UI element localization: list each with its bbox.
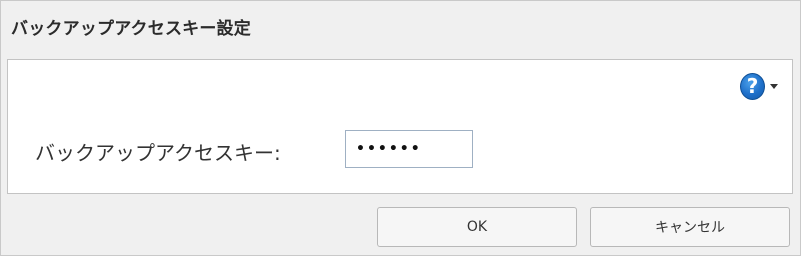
backup-access-key-dialog: バックアップアクセスキー設定 ? バックアップアクセスキー: OK キャンセル [0,0,801,256]
help-question-icon: ? [740,72,765,100]
chevron-down-icon [770,83,778,89]
backup-access-key-label: バックアップアクセスキー: [35,141,281,165]
backup-access-key-input[interactable] [345,130,473,168]
cancel-button[interactable]: キャンセル [590,207,790,247]
dialog-title: バックアップアクセスキー設定 [11,19,251,39]
ok-button[interactable]: OK [377,207,577,247]
help-menu-button[interactable]: ? [740,71,778,101]
settings-panel: ? バックアップアクセスキー: [7,59,793,194]
